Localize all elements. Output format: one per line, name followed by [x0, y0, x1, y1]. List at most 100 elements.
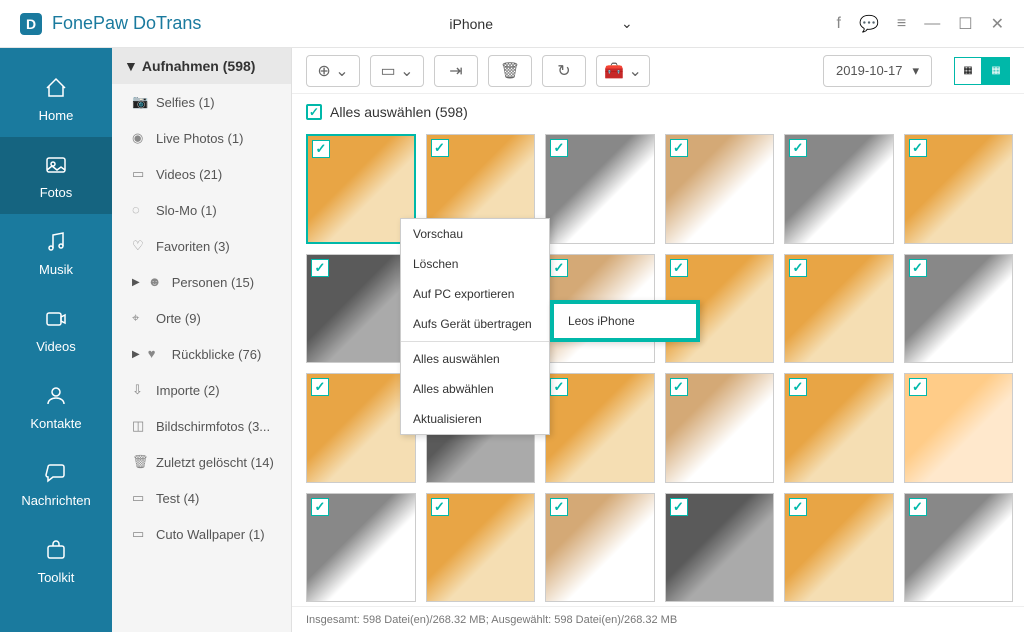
toolbox-button[interactable]: 🧰 ⌄ [596, 55, 650, 87]
thumb-checkbox[interactable] [909, 139, 927, 157]
ctx-deselect-all[interactable]: Alles abwählen [401, 374, 549, 404]
photo-thumb[interactable] [784, 493, 894, 603]
thumb-checkbox[interactable] [909, 498, 927, 516]
thumb-checkbox[interactable] [909, 378, 927, 396]
messages-icon [42, 459, 70, 487]
sidebar-item-label: Zuletzt gelöscht (14) [156, 455, 274, 470]
refresh-button[interactable]: ↻ [542, 55, 586, 87]
sidebar-item-cuto[interactable]: ▭Cuto Wallpaper (1) [112, 516, 291, 552]
sidebar-header[interactable]: ▼ Aufnahmen (598) [112, 48, 291, 84]
titlebar-actions: f 💬 ≡ — ☐ ✕ [837, 14, 1004, 34]
sidebar-item-selfies[interactable]: 📷 Selfies (1) [112, 84, 291, 120]
ctx-transfer-device[interactable]: Aufs Gerät übertragen [401, 309, 549, 339]
ctx-preview[interactable]: Vorschau [401, 219, 549, 249]
nav-videos[interactable]: Videos [0, 291, 112, 368]
submenu-item-leos-iphone[interactable]: Leos iPhone [554, 304, 696, 338]
maximize-icon[interactable]: ☐ [958, 14, 972, 34]
sidebar-item-orte[interactable]: ⌖Orte (9) [112, 300, 291, 336]
nav-musik[interactable]: Musik [0, 214, 112, 291]
camera-icon: 📷 [132, 94, 148, 110]
sidebar-item-slomo[interactable]: ◌Slo-Mo (1) [112, 192, 291, 228]
ctx-delete[interactable]: Löschen [401, 249, 549, 279]
thumb-checkbox[interactable] [789, 498, 807, 516]
photo-thumb[interactable] [904, 373, 1014, 483]
thumb-checkbox[interactable] [670, 139, 688, 157]
nav-nachrichten[interactable]: Nachrichten [0, 445, 112, 522]
photo-thumb[interactable] [306, 493, 416, 603]
photo-thumb[interactable] [784, 373, 894, 483]
thumb-checkbox[interactable] [789, 139, 807, 157]
nav-fotos[interactable]: Fotos [0, 137, 112, 214]
ctx-separator [401, 341, 549, 342]
view-large-button[interactable]: ▦ [954, 57, 982, 85]
thumb-checkbox[interactable] [311, 378, 329, 396]
ctx-select-all[interactable]: Alles auswählen [401, 344, 549, 374]
thumb-checkbox[interactable] [789, 259, 807, 277]
ctx-refresh[interactable]: Aktualisieren [401, 404, 549, 434]
sidebar-item-videos[interactable]: ▭Videos (21) [112, 156, 291, 192]
sidebar-item-importe[interactable]: ⇩Importe (2) [112, 372, 291, 408]
thumb-checkbox[interactable] [670, 378, 688, 396]
minimize-icon[interactable]: — [924, 15, 940, 33]
thumb-checkbox[interactable] [311, 259, 329, 277]
sidebar-item-deleted[interactable]: 🗑Zuletzt gelöscht (14) [112, 444, 291, 480]
video-icon: ▭ [132, 166, 148, 182]
photo-thumb[interactable] [784, 254, 894, 364]
sidebar-item-test[interactable]: ▭Test (4) [112, 480, 291, 516]
app-logo: D FonePaw DoTrans [20, 13, 201, 35]
menu-icon[interactable]: ≡ [897, 15, 906, 33]
thumb-checkbox[interactable] [431, 139, 449, 157]
sidebar-item-favoriten[interactable]: ♡Favoriten (3) [112, 228, 291, 264]
thumb-checkbox[interactable] [312, 140, 330, 158]
photo-thumb[interactable] [904, 254, 1014, 364]
facebook-icon[interactable]: f [837, 15, 841, 33]
thumb-checkbox[interactable] [670, 498, 688, 516]
export-device-button[interactable]: ▭ ⌄ [370, 55, 424, 87]
ctx-export-pc[interactable]: Auf PC exportieren [401, 279, 549, 309]
nav-toolkit[interactable]: Toolkit [0, 522, 112, 599]
photo-thumb[interactable] [545, 493, 655, 603]
photo-thumb[interactable] [665, 134, 775, 244]
photo-thumb[interactable] [545, 373, 655, 483]
thumb-checkbox[interactable] [431, 498, 449, 516]
sidebar-item-rueckblicke[interactable]: ▶♥Rückblicke (76) [112, 336, 291, 372]
sidebar-item-livephotos[interactable]: ◉Live Photos (1) [112, 120, 291, 156]
select-all-checkbox[interactable] [306, 104, 322, 120]
sidebar-item-label: Importe (2) [156, 383, 220, 398]
thumb-checkbox[interactable] [670, 259, 688, 277]
titlebar: D FonePaw DoTrans iPhone ⌄ f 💬 ≡ — ☐ ✕ [0, 0, 1024, 48]
device-selector[interactable]: iPhone ⌄ [441, 15, 632, 32]
thumb-checkbox[interactable] [789, 378, 807, 396]
delete-button[interactable]: 🗑 [488, 55, 532, 87]
home-icon [42, 74, 70, 102]
export-pc-button[interactable]: ⇥ [434, 55, 478, 87]
feedback-icon[interactable]: 💬 [859, 14, 879, 34]
photo-thumb[interactable] [426, 493, 536, 603]
photo-thumb[interactable] [904, 134, 1014, 244]
thumb-checkbox[interactable] [909, 259, 927, 277]
sidebar-item-label: Selfies (1) [156, 95, 215, 110]
photo-thumb[interactable] [784, 134, 894, 244]
thumb-checkbox[interactable] [550, 498, 568, 516]
close-icon[interactable]: ✕ [991, 14, 1004, 34]
photo-thumb[interactable] [545, 134, 655, 244]
thumb-checkbox[interactable] [550, 259, 568, 277]
sidebar-item-personen[interactable]: ▶☻Personen (15) [112, 264, 291, 300]
sidebar-item-screenshots[interactable]: ◫Bildschirmfotos (3... [112, 408, 291, 444]
thumb-checkbox[interactable] [311, 498, 329, 516]
nav-home[interactable]: Home [0, 60, 112, 137]
photo-thumb[interactable] [665, 373, 775, 483]
view-small-button[interactable]: ▦ [982, 57, 1010, 85]
date-picker[interactable]: 2019-10-17▾ [823, 55, 932, 87]
thumb-checkbox[interactable] [550, 139, 568, 157]
nav-toolkit-label: Toolkit [38, 570, 75, 585]
music-icon [42, 228, 70, 256]
photo-thumb[interactable] [904, 493, 1014, 603]
nav-kontakte[interactable]: Kontakte [0, 368, 112, 445]
sidebar-item-label: Cuto Wallpaper (1) [156, 527, 265, 542]
statusbar: Insgesamt: 598 Datei(en)/268.32 MB; Ausg… [292, 606, 1024, 632]
photo-thumb[interactable] [665, 493, 775, 603]
view-toggle: ▦ ▦ [954, 57, 1010, 85]
add-button[interactable]: ⊕ ⌄ [306, 55, 360, 87]
thumb-checkbox[interactable] [550, 378, 568, 396]
